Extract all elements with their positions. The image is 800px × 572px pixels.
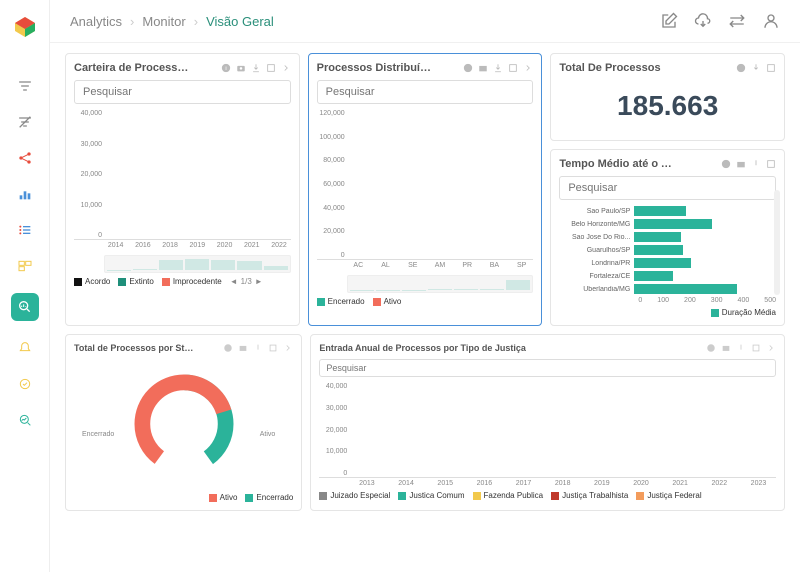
download-cloud-icon[interactable] [694,12,712,30]
camera-icon[interactable] [721,343,731,353]
topbar: Analytics › Monitor › Visão Geral [50,0,800,43]
bell-icon[interactable] [16,339,34,357]
list-icon[interactable] [16,221,34,239]
info-icon[interactable] [736,63,746,73]
svg-text:i: i [225,66,226,72]
card-title: Processos Distribuídos por... [317,62,437,74]
badge-icon[interactable] [16,375,34,393]
expand-icon[interactable] [508,63,518,73]
arrow-right-icon[interactable] [766,343,776,353]
download-icon[interactable] [736,343,746,353]
search-chart-icon[interactable] [11,293,39,321]
card-total: Total De Processos 185.663 [550,53,785,141]
search-input[interactable] [319,359,776,377]
filter-icon[interactable] [16,77,34,95]
download-icon[interactable] [751,63,761,73]
user-icon[interactable] [762,12,780,30]
arrow-right-icon[interactable] [523,63,533,73]
card-status: Total de Processos por Status [65,334,302,511]
share-icon[interactable] [16,149,34,167]
expand-icon[interactable] [766,63,776,73]
card-title: Total de Processos por Status [74,343,194,353]
camera-icon[interactable] [478,63,488,73]
info-icon[interactable] [223,343,233,353]
expand-icon[interactable] [266,63,276,73]
arrow-right-icon[interactable] [283,343,293,353]
edit-icon[interactable] [660,12,678,30]
breadcrumb: Analytics › Monitor › Visão Geral [70,14,274,29]
logo-icon [13,15,37,39]
card-tempo: Tempo Médio até o Acordo por... Sao Paul… [550,149,785,326]
arrow-right-icon[interactable] [281,63,291,73]
card-title: Tempo Médio até o Acordo por... [559,158,679,170]
card-title: Entrada Anual de Processos por Tipo de J… [319,343,526,353]
info-icon[interactable] [463,63,473,73]
expand-icon[interactable] [766,159,776,169]
chart-icon[interactable] [16,185,34,203]
download-icon[interactable] [751,159,761,169]
trend-search-icon[interactable] [16,411,34,429]
filter-off-icon[interactable] [16,113,34,131]
camera-icon[interactable] [236,63,246,73]
download-icon[interactable] [251,63,261,73]
expand-icon[interactable] [751,343,761,353]
info-icon[interactable] [706,343,716,353]
sidebar [0,0,50,572]
scrollbar[interactable] [774,190,780,295]
info-icon[interactable]: i [221,63,231,73]
breadcrumb-mid[interactable]: Monitor [142,14,185,29]
search-input[interactable] [317,80,534,104]
swap-icon[interactable] [728,12,746,30]
breadcrumb-root[interactable]: Analytics [70,14,122,29]
card-entrada: Entrada Anual de Processos por Tipo de J… [310,334,785,511]
breadcrumb-current: Visão Geral [206,14,274,29]
info-icon[interactable] [721,159,731,169]
total-value: 185.663 [559,80,776,132]
camera-icon[interactable] [238,343,248,353]
card-title: Total De Processos [559,62,660,74]
search-input[interactable] [559,176,776,200]
camera-icon[interactable] [736,159,746,169]
donut-chart [129,369,239,479]
download-icon[interactable] [493,63,503,73]
card-title: Carteira de Processos por... [74,62,194,74]
card-distribuidos: Processos Distribuídos por... 120,000100… [308,53,543,326]
download-icon[interactable] [253,343,263,353]
search-input[interactable] [74,80,291,104]
expand-icon[interactable] [268,343,278,353]
card-carteira: Carteira de Processos por... i 40,00030,… [65,53,300,326]
cards-icon[interactable] [16,257,34,275]
